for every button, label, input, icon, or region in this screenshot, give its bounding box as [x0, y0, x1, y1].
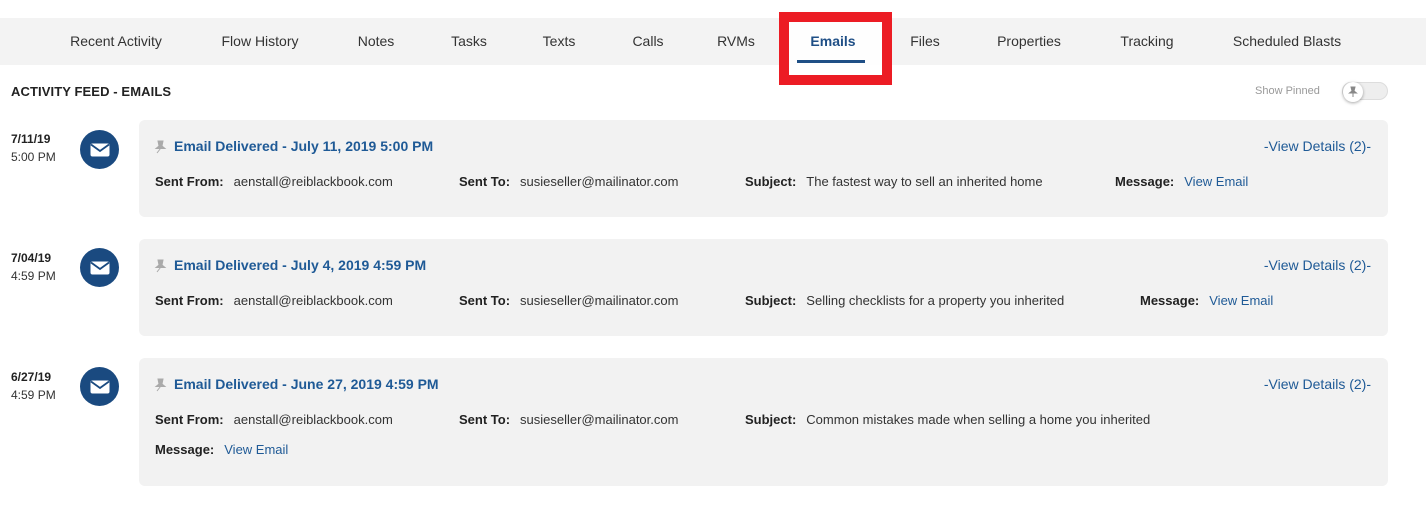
subject-field: Subject: The fastest way to sell an inher…: [745, 174, 1043, 189]
sent-to-value: susieseller@mailinator.com: [520, 412, 679, 427]
email-title[interactable]: Email Delivered - July 4, 2019 4:59 PM: [174, 257, 426, 273]
entry-time: 4:59 PM: [11, 388, 56, 402]
pin-icon[interactable]: [153, 259, 167, 278]
subject-value: The fastest way to sell an inherited hom…: [806, 174, 1043, 189]
sent-from-field: Sent From: aenstall@reiblackbook.com: [155, 293, 393, 308]
tab-emails[interactable]: Emails: [810, 18, 855, 65]
view-email-link[interactable]: View Email: [224, 442, 288, 457]
entry-date: 7/11/19: [11, 132, 51, 146]
sent-from-label: Sent From:: [155, 412, 224, 427]
tab-files[interactable]: Files: [910, 18, 940, 65]
message-field: Message: View Email: [155, 442, 288, 457]
show-pinned-toggle[interactable]: [1342, 82, 1388, 102]
sent-to-value: susieseller@mailinator.com: [520, 293, 679, 308]
message-field: Message: View Email: [1140, 293, 1273, 308]
tab-scheduled-blasts[interactable]: Scheduled Blasts: [1233, 18, 1341, 65]
tab-texts[interactable]: Texts: [543, 18, 576, 65]
tab-tasks[interactable]: Tasks: [451, 18, 487, 65]
tab-tracking[interactable]: Tracking: [1120, 18, 1173, 65]
sent-from-label: Sent From:: [155, 174, 224, 189]
envelope-icon: [80, 130, 119, 169]
entry-time: 5:00 PM: [11, 150, 56, 164]
entry-date: 6/27/19: [11, 370, 52, 384]
view-email-link[interactable]: View Email: [1209, 293, 1273, 308]
subject-label: Subject:: [745, 174, 797, 189]
envelope-icon: [80, 248, 119, 287]
message-field: Message: View Email: [1115, 174, 1248, 189]
sent-to-field: Sent To: susieseller@mailinator.com: [459, 293, 678, 308]
message-label: Message:: [155, 442, 215, 457]
tab-recent-activity[interactable]: Recent Activity: [70, 18, 162, 65]
sent-to-label: Sent To:: [459, 293, 511, 308]
sent-to-value: susieseller@mailinator.com: [520, 174, 679, 189]
sent-from-field: Sent From: aenstall@reiblackbook.com: [155, 174, 393, 189]
feed-title: ACTIVITY FEED - EMAILS: [11, 84, 172, 99]
message-label: Message:: [1140, 293, 1200, 308]
subject-label: Subject:: [745, 293, 797, 308]
sent-to-field: Sent To: susieseller@mailinator.com: [459, 174, 678, 189]
email-card: Email Delivered - June 27, 2019 4:59 PM …: [139, 358, 1388, 486]
email-title[interactable]: Email Delivered - June 27, 2019 4:59 PM: [174, 376, 439, 392]
email-title[interactable]: Email Delivered - July 11, 2019 5:00 PM: [174, 138, 433, 154]
pin-icon[interactable]: [153, 378, 167, 397]
subject-value: Common mistakes made when selling a home…: [806, 412, 1151, 427]
email-card: Email Delivered - July 11, 2019 5:00 PM …: [139, 120, 1388, 217]
sent-from-field: Sent From: aenstall@reiblackbook.com: [155, 412, 393, 427]
subject-field: Subject: Common mistakes made when sellin…: [745, 412, 1150, 427]
view-details-link[interactable]: -View Details (2)-: [1264, 376, 1371, 392]
view-details-link[interactable]: -View Details (2)-: [1264, 257, 1371, 273]
view-email-link[interactable]: View Email: [1184, 174, 1248, 189]
tab-calls[interactable]: Calls: [632, 18, 663, 65]
tab-notes[interactable]: Notes: [358, 18, 395, 65]
sent-from-value: aenstall@reiblackbook.com: [233, 174, 393, 189]
active-tab-underline: [797, 60, 865, 63]
entry-date: 7/04/19: [11, 251, 52, 265]
tab-bar: Recent Activity Flow History Notes Tasks…: [0, 18, 1426, 65]
envelope-icon: [80, 367, 119, 406]
sent-to-label: Sent To:: [459, 174, 511, 189]
email-card: Email Delivered - July 4, 2019 4:59 PM -…: [139, 239, 1388, 336]
show-pinned-label: Show Pinned: [1255, 85, 1320, 97]
tab-rvms[interactable]: RVMs: [717, 18, 755, 65]
sent-from-label: Sent From:: [155, 293, 224, 308]
sent-to-label: Sent To:: [459, 412, 511, 427]
tab-properties[interactable]: Properties: [997, 18, 1061, 65]
pin-icon: [1343, 82, 1363, 102]
subject-label: Subject:: [745, 412, 797, 427]
pin-icon[interactable]: [153, 140, 167, 159]
sent-to-field: Sent To: susieseller@mailinator.com: [459, 412, 678, 427]
entry-time: 4:59 PM: [11, 269, 56, 283]
sent-from-value: aenstall@reiblackbook.com: [233, 412, 393, 427]
subject-field: Subject: Selling checklists for a propert…: [745, 293, 1064, 308]
tab-flow-history[interactable]: Flow History: [221, 18, 298, 65]
sent-from-value: aenstall@reiblackbook.com: [233, 293, 393, 308]
subject-value: Selling checklists for a property you in…: [806, 293, 1065, 308]
message-label: Message:: [1115, 174, 1175, 189]
view-details-link[interactable]: -View Details (2)-: [1264, 138, 1371, 154]
